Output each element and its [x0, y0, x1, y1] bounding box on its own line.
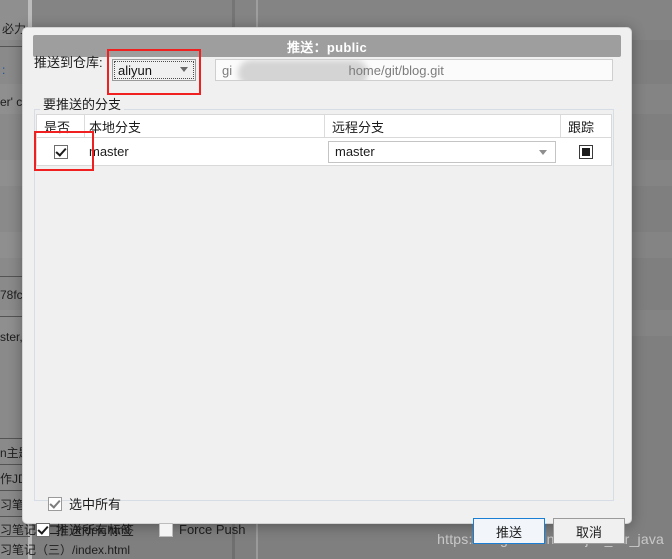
force-push-checkbox[interactable] [159, 522, 174, 537]
background-snippet: 习笔 [0, 498, 25, 512]
background-snippet: : [2, 63, 6, 77]
branches-group-label: 要推送的分支 [40, 94, 125, 113]
branches-groupbox [34, 109, 614, 501]
select-all-label: 选中所有 [69, 497, 122, 512]
row-select-cell[interactable] [37, 138, 85, 165]
repository-select-value: aliyun [118, 62, 152, 78]
force-push-label: Force Push [179, 522, 246, 537]
row-checkbox[interactable] [54, 144, 68, 159]
url-suffix: home/git/blog.git [348, 62, 444, 78]
row-remote-branch-cell[interactable]: master [325, 138, 561, 165]
cancel-button[interactable]: 取消 [553, 518, 625, 544]
chevron-down-icon [180, 67, 188, 72]
footer-options: 推送所有标签 Force Push [36, 520, 246, 539]
background-snippet: er' c [0, 95, 23, 109]
push-dialog: 推送：public 推送到仓库: aliyun gitXXXXXXXXXXXXX… [22, 27, 632, 544]
background-snippet: 78fc [0, 288, 23, 302]
dialog-title: 推送：public [287, 39, 367, 55]
repository-url-text: gitXXXXXXXXXXXXXhome/git/blog.git [222, 63, 444, 78]
select-all-row[interactable]: 选中所有 [48, 494, 121, 513]
push-all-tags-option[interactable]: 推送所有标签 [36, 520, 134, 539]
dialog-titlebar: 推送：public [33, 35, 621, 57]
screenshot-root: 必力 : er' c 78fc ster, n主题 作JDB 习笔 习笔记（二）… [0, 0, 672, 559]
column-header-remote-branch: 远程分支 [325, 115, 561, 137]
background-snippet: ster, [0, 330, 23, 344]
branches-table: 是否 本地分支 远程分支 跟踪 master master [36, 114, 612, 166]
column-header-selected: 是否 [37, 115, 85, 137]
repository-select[interactable]: aliyun [112, 59, 196, 81]
column-header-tracking: 跟踪 [568, 119, 595, 135]
row-local-branch-cell: master [89, 144, 129, 159]
column-header-local-branch: 本地分支 [85, 115, 325, 137]
repository-url-field[interactable]: gitXXXXXXXXXXXXXhome/git/blog.git [215, 59, 613, 81]
remote-branch-value: master [335, 144, 375, 159]
url-redacted-part: tXXXXXXXXXXXXX [232, 63, 348, 78]
remote-branch-select[interactable]: master [328, 140, 556, 163]
row-tracking-cell[interactable] [561, 138, 611, 165]
push-all-tags-checkbox[interactable] [36, 522, 50, 537]
table-header-row: 是否 本地分支 远程分支 跟踪 [36, 114, 612, 138]
url-prefix: gi [222, 62, 233, 78]
watermark-url: https://blog.csdn.net/liujun_for_java [437, 531, 664, 547]
repository-label: 推送到仓库: [34, 55, 103, 70]
push-button[interactable]: 推送 [473, 518, 545, 544]
chevron-down-icon [539, 149, 547, 155]
push-all-tags-label: 推送所有标签 [56, 523, 135, 538]
select-all-checkbox[interactable] [48, 496, 62, 511]
background-snippet: 习笔记（三）/index.html [0, 543, 131, 557]
table-row[interactable]: master master [36, 138, 612, 166]
force-push-option[interactable]: Force Push [159, 522, 246, 537]
tracking-checkbox[interactable] [579, 144, 593, 159]
